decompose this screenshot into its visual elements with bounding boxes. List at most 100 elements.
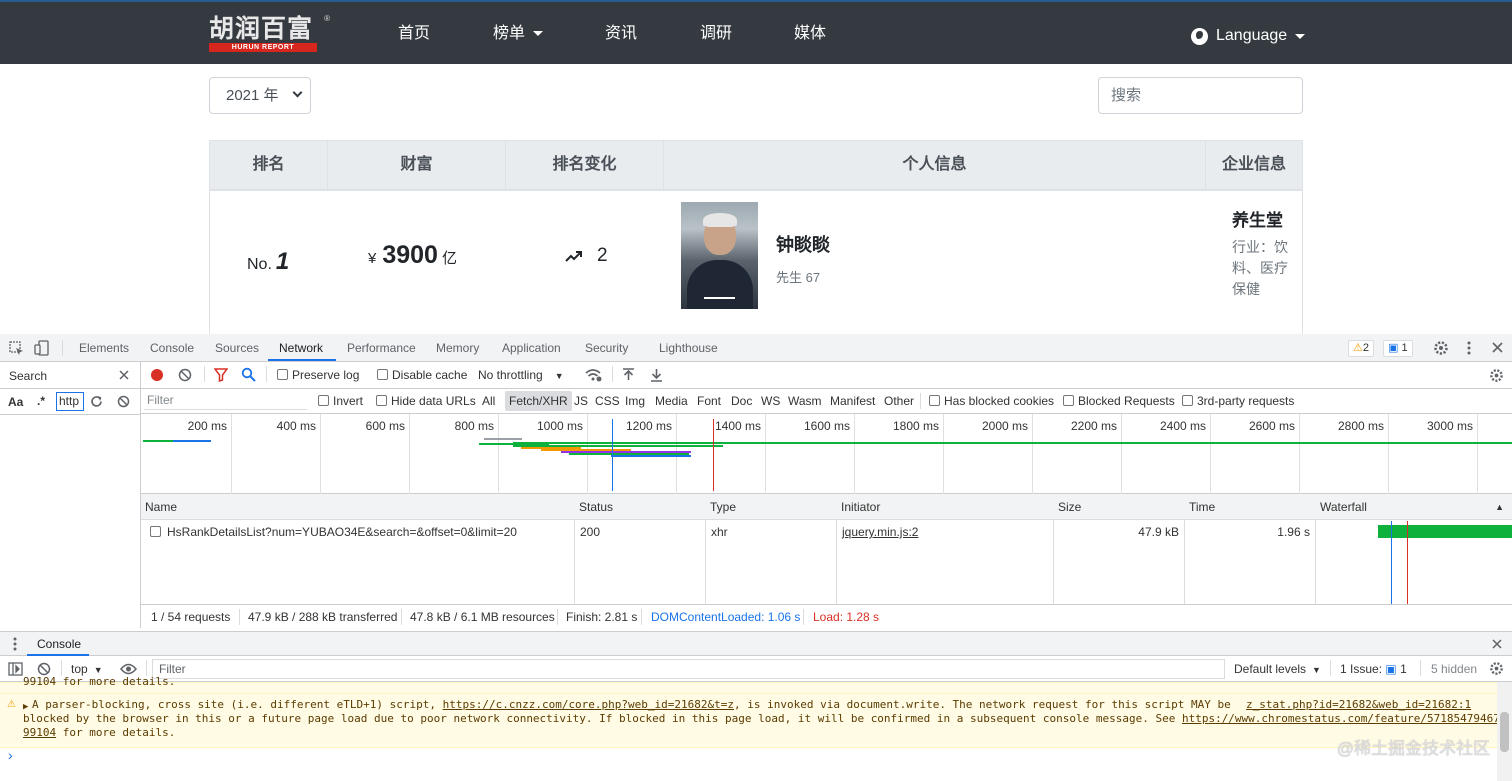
column-header-waterfall[interactable]: Waterfall ▲ [1316,494,1512,520]
tab-performance[interactable]: Performance [347,341,416,355]
warnings-count: 2 [1362,342,1369,354]
messages-badge[interactable]: ▣ 1 [1383,340,1413,357]
more-options-icon[interactable] [1466,340,1472,356]
issues-button[interactable]: 1 Issue: ▣ 1 [1340,662,1407,676]
blocked-requests-checkbox[interactable]: Blocked Requests [1063,394,1175,408]
tab-network[interactable]: Network [279,341,323,355]
network-settings-icon[interactable] [1489,368,1504,383]
disable-cache-checkbox[interactable]: Disable cache [377,368,467,382]
person-photo[interactable] [681,202,758,309]
tab-application[interactable]: Application [502,341,561,355]
type-filter-manifest[interactable]: Manifest [830,394,875,408]
blocked-cookies-checkbox[interactable]: Has blocked cookies [929,394,1054,408]
clear-icon[interactable] [117,395,130,408]
drawer-menu-icon[interactable] [13,637,17,651]
tab-sources[interactable]: Sources [215,341,259,355]
disable-cache-label: Disable cache [392,368,468,382]
request-row-name[interactable]: HsRankDetailsList?num=YUBAO34E&search=&o… [150,525,517,539]
preserve-log-checkbox[interactable]: Preserve log [277,368,359,382]
logo-english: HURUN REPORT [209,43,317,52]
warnings-badge[interactable]: ⚠2 [1348,340,1374,357]
gear-icon[interactable] [1433,340,1449,356]
source-location-link[interactable]: z_stat.php?id=21682&web_id=21682:1 [1246,698,1471,712]
regex-toggle[interactable]: .* [37,394,45,408]
rank-change-cell: 2 [565,245,608,267]
column-header-type[interactable]: Type [706,494,837,520]
tab-console[interactable]: Console [150,341,194,355]
record-icon[interactable] [150,368,164,382]
type-filter-media[interactable]: Media [655,394,688,408]
type-filter-fetch-xhr[interactable]: Fetch/XHR [505,391,572,411]
console-settings-icon[interactable] [1489,661,1504,676]
throttling-select[interactable]: No throttling ▼ [478,368,564,382]
company-name[interactable]: 养生堂 [1232,206,1283,231]
network-filter-input[interactable]: Filter [144,391,307,410]
search-icon[interactable] [241,367,256,382]
eye-icon[interactable] [120,663,137,675]
person-name[interactable]: 钟睒睒 [776,231,830,257]
type-filter-js[interactable]: JS [574,394,588,408]
import-har-icon[interactable] [622,368,635,382]
tab-elements[interactable]: Elements [79,341,129,355]
console-prompt[interactable]: › [8,747,13,763]
nav-news[interactable]: 资讯 [605,24,637,44]
type-filter-img[interactable]: Img [625,394,645,408]
tab-security[interactable]: Security [585,341,628,355]
request-type-icon [150,526,161,537]
nav-research[interactable]: 调研 [700,24,732,44]
invert-checkbox[interactable]: Invert [318,394,363,408]
clear-log-icon[interactable] [178,368,192,382]
nav-home[interactable]: 首页 [398,24,430,44]
rank-change-value: 2 [597,245,608,266]
close-icon[interactable] [1492,342,1503,353]
type-filter-all[interactable]: All [482,394,495,408]
type-filter-css[interactable]: CSS [595,394,620,408]
clear-console-icon[interactable] [37,662,51,676]
export-har-icon[interactable] [650,368,663,382]
cnzz-script-link[interactable]: https://c.cnzz.com/core.php?web_id=21682… [443,698,734,711]
sidebar-toggle-icon[interactable] [8,662,23,676]
waterfall-bar[interactable] [1378,525,1512,538]
drawer-tab-console[interactable]: Console [37,637,81,651]
network-conditions-icon[interactable] [585,368,602,382]
context-select[interactable]: top ▼ [71,662,103,676]
site-search-input[interactable]: 搜索 [1098,77,1303,114]
column-header-status[interactable]: Status [575,494,706,520]
column-header-size[interactable]: Size [1054,494,1185,520]
close-icon[interactable] [1492,639,1502,649]
nav-rankings[interactable]: 榜单 [493,24,544,44]
type-filter-other[interactable]: Other [884,394,914,408]
photo-indicator [704,297,735,299]
type-filter-doc[interactable]: Doc [731,394,752,408]
log-levels-select[interactable]: Default levels ▼ [1234,662,1321,676]
device-toolbar-icon[interactable] [34,340,50,356]
scrollbar-thumb[interactable] [1500,712,1509,752]
nav-media[interactable]: 媒体 [794,24,826,44]
tab-memory[interactable]: Memory [436,341,479,355]
column-header-initiator[interactable]: Initiator [837,494,1054,520]
filter-icon[interactable] [214,368,228,382]
chromestatus-link-cont[interactable]: 99104 [23,726,56,739]
close-icon[interactable] [119,370,129,380]
column-header-name[interactable]: Name [141,494,575,520]
language-dropdown[interactable]: Language [1191,26,1306,46]
console-filter-input[interactable]: Filter [152,659,1225,679]
chromestatus-link[interactable]: https://www.chromestatus.com/feature/571… [1182,712,1500,725]
hide-data-urls-checkbox[interactable]: Hide data URLs [376,394,476,408]
inspect-element-icon[interactable] [9,341,24,356]
year-select[interactable]: 2021 年 [209,77,311,114]
third-party-checkbox[interactable]: 3rd-party requests [1182,394,1294,408]
match-case-toggle[interactable]: Aa [8,395,23,409]
type-filter-font[interactable]: Font [697,394,721,408]
tab-lighthouse[interactable]: Lighthouse [659,341,718,355]
refresh-icon[interactable] [90,395,103,408]
request-initiator-link[interactable]: jquery.min.js:2 [842,525,918,539]
search-query-input[interactable]: http [56,392,84,411]
column-header-time[interactable]: Time [1185,494,1316,520]
network-overview-timeline[interactable]: 200 ms 400 ms 600 ms 800 ms 1000 ms 1200 ms 14… [141,414,1512,494]
type-filter-ws[interactable]: WS [761,394,780,408]
type-filter-wasm[interactable]: Wasm [788,394,822,408]
console-scrollbar[interactable] [1497,682,1512,781]
hurun-logo[interactable]: 胡润百富 HURUN REPORT ® [209,14,331,55]
waterfall-label: Waterfall [1320,500,1367,514]
